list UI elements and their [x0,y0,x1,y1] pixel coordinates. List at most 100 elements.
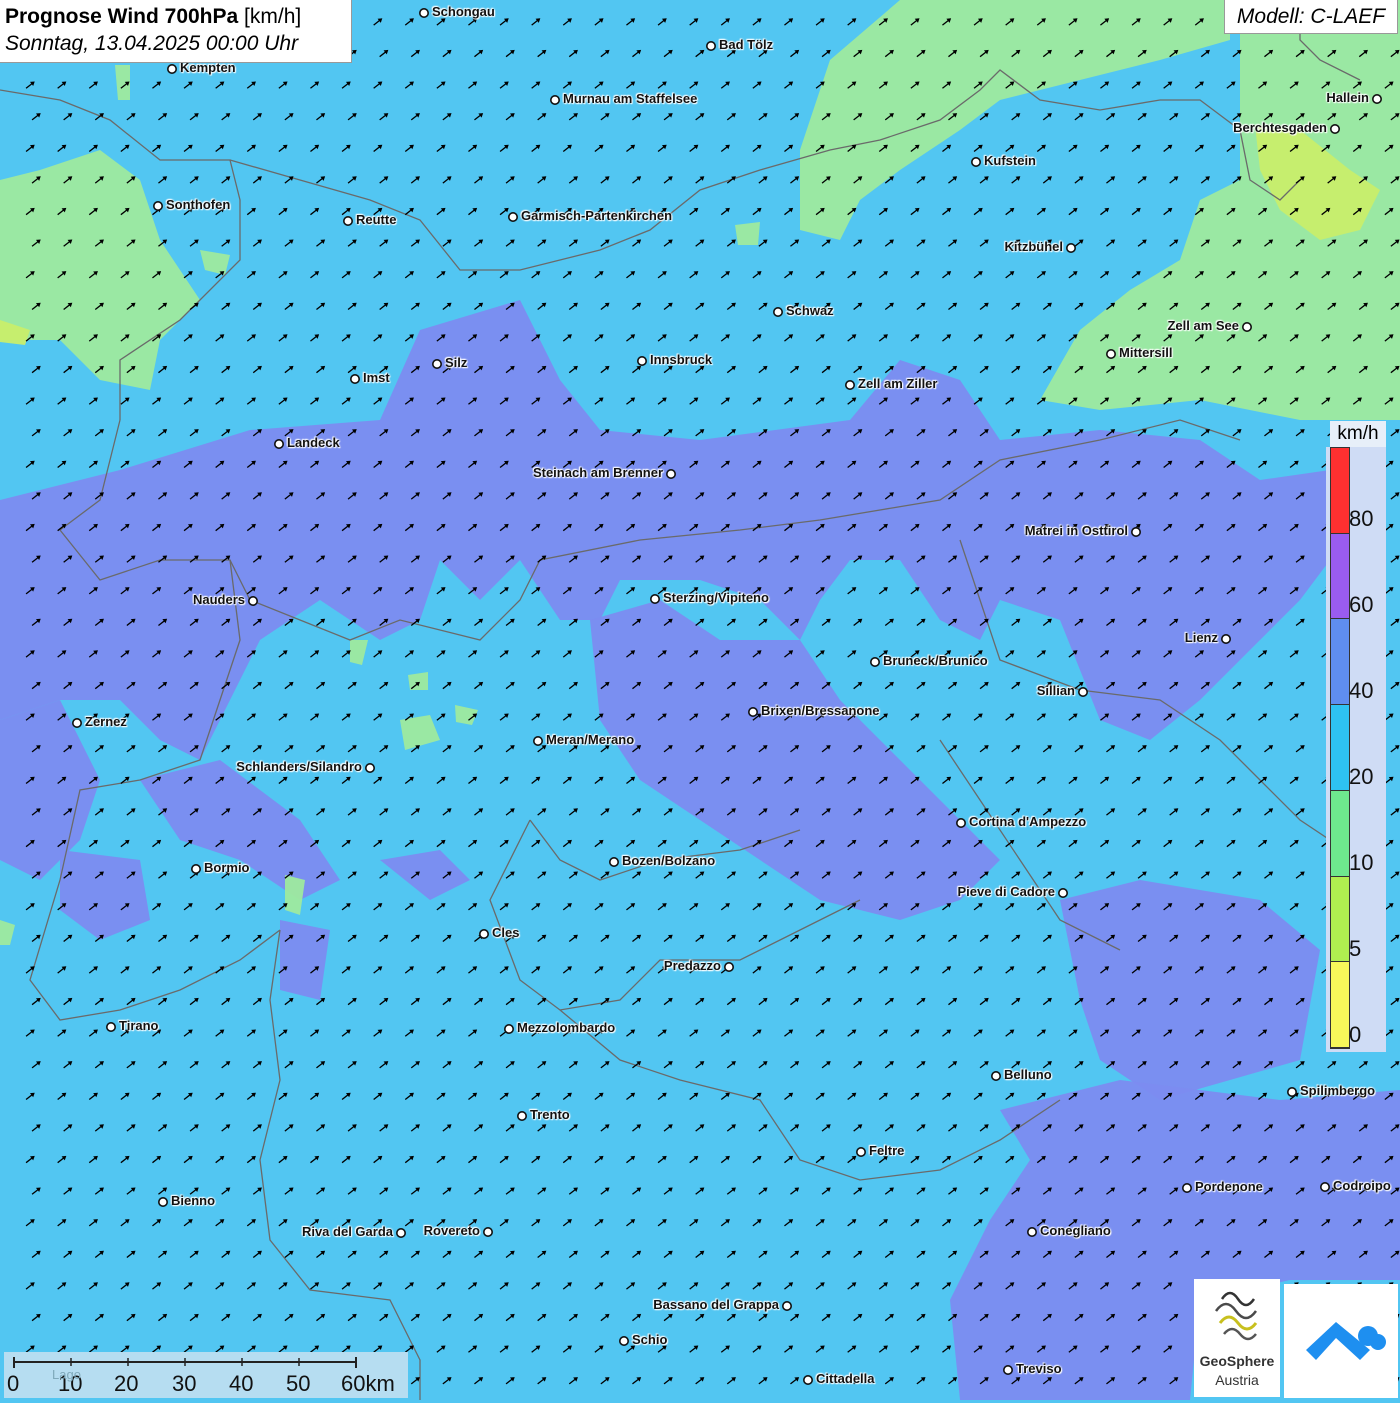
city-label: Cittadella [816,1371,875,1386]
scale-label: 30 [172,1371,197,1396]
city-dot [649,593,660,604]
wind-zone-green-19 [408,672,428,690]
legend-tick-label: 5 [1349,936,1362,961]
city-dot [167,64,178,75]
city-dot [1221,633,1232,644]
city-dot [781,1301,792,1312]
legend-unit: km/h [1330,421,1386,447]
city-label: Brixen/Bressanone [761,703,880,718]
city-label: Feltre [869,1143,905,1158]
city-label: Bruneck/Brunico [883,653,988,668]
legend-tick-label: 10 [1349,850,1374,875]
city-dot [1320,1182,1331,1193]
city-label: Innsbruck [650,352,713,367]
city-label: Lienz [1184,630,1218,645]
weather-app-logo [1284,1284,1398,1398]
city-dot [970,157,981,168]
city-label: Codroipo [1333,1178,1391,1193]
city-dot [1066,243,1077,254]
city-dot [636,355,647,366]
city-label: Silz [445,355,468,370]
color-legend [1330,447,1350,1049]
city-dot [747,706,758,717]
city-dot [1242,321,1253,332]
title-main: Prognose Wind 700hPa [5,5,239,28]
city-dot [158,1197,169,1208]
scale-label: 50 [286,1371,311,1396]
city-label: Nauders [192,592,245,607]
city-label: Hallein [1326,90,1369,105]
city-label: Predazzo [663,958,721,973]
city-dot [1027,1227,1038,1238]
city-dot [618,1336,629,1347]
city-dot [1131,526,1142,537]
city-dot [507,212,518,223]
city-label: Sterzing/Vipiteno [663,590,769,605]
city-label: Belluno [1004,1067,1052,1082]
city-label: Cles [492,925,520,940]
legend-color-step [1331,876,1349,963]
city-label: Schwaz [786,303,834,318]
city-label: Bienno [171,1193,216,1208]
legend-color-step [1331,790,1349,877]
city-dot [349,373,360,384]
legend-color-step [1331,705,1349,791]
scale-label: 0 [7,1371,20,1396]
city-dot [503,1024,514,1035]
city-dot [844,379,855,390]
city-dot [395,1228,406,1239]
city-dot [191,863,202,874]
city-dot [665,468,676,479]
city-label: Spilimbergo [1300,1083,1376,1098]
city-label: Mezzolombardo [517,1020,616,1035]
legend-tick-label: 40 [1349,678,1374,703]
city-label: Tirano [119,1018,159,1033]
city-dot [608,856,619,867]
city-dot [772,306,783,317]
city-label: Bozen/Bolzano [622,853,716,868]
legend-tick-label: 0 [1349,1022,1362,1047]
city-label: Berchtesgaden [1233,120,1327,135]
lake-label: Lago [52,1367,81,1382]
legend-color-step [1331,533,1349,620]
city-dot [705,40,716,51]
city-dot [72,717,83,728]
city-dot [532,735,543,746]
city-label: Cortina d'Ampezzo [969,814,1087,829]
city-dot [1330,124,1341,135]
city-dot [273,438,284,449]
city-dot [482,1227,493,1238]
city-dot [955,817,966,828]
legend-tick-label: 60 [1349,592,1374,617]
scale-label: 20 [114,1371,139,1396]
city-dot [1287,1087,1298,1098]
city-label: Riva del Garda [301,1224,393,1239]
city-label: Rovereto [423,1223,480,1238]
city-label: Zell am See [1167,318,1239,333]
city-dot [1372,94,1383,105]
legend-color-step [1331,619,1349,706]
geosphere-swirl-icon [1214,1291,1258,1341]
city-label: Pieve di Cadore [957,884,1055,899]
geosphere-country: Austria [1215,1372,1259,1388]
title-box: Prognose Wind 700hPa [km/h] Sonntag, 13.… [0,0,352,63]
city-dot [431,358,442,369]
city-dot [990,1071,1001,1082]
city-dot [1078,686,1089,697]
city-dot [418,8,429,18]
legend-tick-label: 80 [1349,506,1374,531]
city-label: Bormio [204,860,250,875]
geosphere-name: GeoSphere [1199,1353,1275,1369]
city-dot [855,1147,866,1158]
city-dot [153,201,164,212]
city-label: Zell am Ziller [858,376,938,391]
city-label: Steinach am Brenner [532,465,663,480]
city-label: Bassano del Grappa [653,1297,779,1312]
city-label: Kitzbühel [1004,239,1064,254]
city-dot [1106,348,1117,359]
city-label: Schio [632,1332,668,1347]
geosphere-logo: GeoSphere Austria [1194,1279,1280,1397]
city-dot [802,1375,813,1386]
city-label: Conegliano [1040,1223,1111,1238]
city-label: Schlanders/Silandro [236,759,362,774]
